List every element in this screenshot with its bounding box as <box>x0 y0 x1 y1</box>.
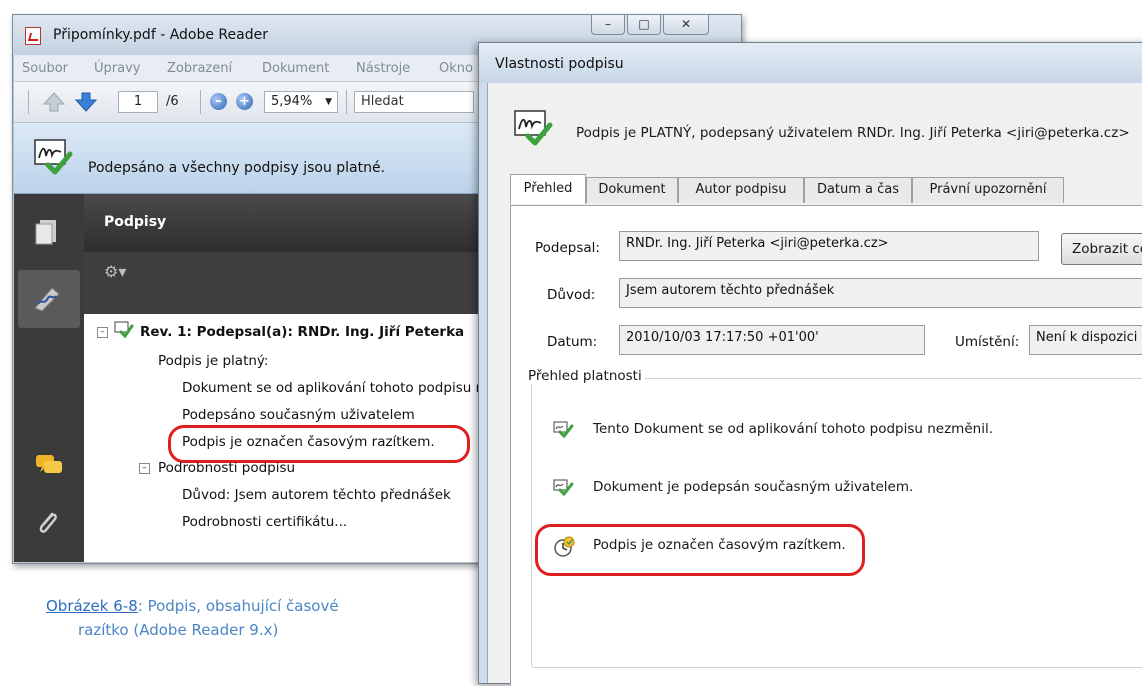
tab-dokument[interactable]: Dokument <box>586 177 678 203</box>
zoom-level-value: 5,94% <box>271 94 313 109</box>
menu-soubor[interactable]: Soubor <box>22 61 68 76</box>
signature-valid-icon <box>34 139 73 175</box>
tab-datum-a-cas[interactable]: Datum a čas <box>804 177 912 203</box>
signatures-tab-active[interactable] <box>18 270 80 328</box>
window-controls: – □ ✕ <box>591 15 711 37</box>
validity-text: Dokument je podepsán současným uživatele… <box>593 479 914 495</box>
signature-valid-icon <box>553 421 574 439</box>
tree-certificate-details[interactable]: Podrobnosti certifikátu... <box>182 514 347 530</box>
signature-status-header: Podpis je PLATNÝ, podepsaný uživatelem R… <box>576 125 1130 141</box>
minimize-button[interactable]: – <box>591 15 625 35</box>
signatures-panel-icon <box>34 287 60 312</box>
highlight-oval <box>535 524 865 576</box>
reader-window-title: Připomínky.pdf - Adobe Reader <box>53 27 268 43</box>
maximize-button[interactable]: □ <box>627 15 661 35</box>
menu-dokument[interactable]: Dokument <box>262 61 329 76</box>
show-certificate-button[interactable]: Zobrazit certifikát... <box>1061 233 1142 265</box>
signatures-panel: Podpisy ⚙▾ – Rev. 1: Podepsal(a): RNDr. … <box>84 194 537 562</box>
next-page-icon[interactable] <box>74 91 98 113</box>
overview-tab-content: Podepsal: RNDr. Ing. Jiří Peterka <jiri@… <box>510 205 1142 686</box>
dialog-title: Vlastnosti podpisu <box>495 56 624 72</box>
dialog-titlebar: Vlastnosti podpisu <box>479 43 1142 83</box>
signature-banner-text: Podepsáno a všechny podpisy jsou platné. <box>88 160 386 176</box>
search-input[interactable]: Hledat <box>354 91 474 113</box>
menu-upravy[interactable]: Úpravy <box>94 61 140 76</box>
location-label: Umístění: <box>955 334 1020 350</box>
figure-caption: Obrázek 6-8: Podpis, obsahující časové r… <box>46 594 339 639</box>
signed-by-label: Podepsal: <box>535 240 600 256</box>
toolbar-separator <box>346 90 347 114</box>
menu-okno[interactable]: Okno <box>439 61 473 76</box>
tab-autor-podpisu[interactable]: Autor podpisu <box>678 177 804 203</box>
toolbar-separator <box>200 90 201 114</box>
validity-text: Tento Dokument se od aplikování tohoto p… <box>593 421 993 437</box>
date-label: Datum: <box>547 334 598 350</box>
caption-text-line2: razítko (Adobe Reader 9.x) <box>78 621 279 639</box>
signature-valid-icon <box>514 110 553 146</box>
location-field[interactable]: Není k dispozici <box>1029 325 1142 355</box>
previous-page-icon[interactable] <box>42 91 66 113</box>
caption-text: : Podpis, obsahující časové <box>137 597 339 615</box>
tab-prehled[interactable]: Přehled <box>510 174 586 204</box>
signatures-panel-title: Podpisy <box>104 214 167 230</box>
close-button[interactable]: ✕ <box>663 15 709 35</box>
comments-icon[interactable] <box>34 452 64 478</box>
menu-zobrazeni[interactable]: Zobrazení <box>167 61 232 76</box>
attachments-icon[interactable] <box>34 508 60 540</box>
figure-link[interactable]: Obrázek 6-8 <box>46 597 138 615</box>
validity-row-unchanged: Tento Dokument se od aplikování tohoto p… <box>553 420 993 444</box>
zoom-in-icon[interactable]: + <box>236 93 253 110</box>
highlight-oval <box>168 425 470 463</box>
validity-row-current-user: Dokument je podepsán současným uživatele… <box>553 478 913 502</box>
tree-reason[interactable]: Důvod: Jsem autorem těchto přednášek <box>182 487 451 503</box>
reason-field[interactable]: Jsem autorem těchto přednášek <box>619 278 1142 308</box>
page-total: /6 <box>166 94 179 109</box>
tree-signed-by-current-user[interactable]: Podepsáno současným uživatelem <box>182 407 415 423</box>
collapse-icon[interactable]: – <box>97 327 108 338</box>
toolbar-grip <box>28 90 29 114</box>
signature-valid-icon <box>553 479 574 497</box>
validity-summary-title: Přehled platnosti <box>525 368 645 384</box>
tree-signature-details[interactable]: Podrobnosti podpisu <box>158 460 295 476</box>
navigation-rail <box>14 194 84 562</box>
signed-by-field[interactable]: RNDr. Ing. Jiří Peterka <jiri@peterka.cz… <box>619 231 1039 261</box>
tab-pravni-upozorneni[interactable]: Právní upozornění <box>912 177 1064 203</box>
dialog-body: Podpis je PLATNÝ, podepsaný uživatelem R… <box>487 83 1142 686</box>
signatures-panel-header: Podpisy <box>84 194 484 252</box>
date-field[interactable]: 2010/10/03 17:17:50 +01'00' <box>619 325 925 355</box>
pdf-file-icon <box>25 27 41 45</box>
signature-properties-dialog: Vlastnosti podpisu Podpis je PLATNÝ, pod… <box>478 42 1142 686</box>
signature-revision[interactable]: Rev. 1: Podepsal(a): RNDr. Ing. Jiří Pet… <box>140 324 464 340</box>
signatures-panel-options: ⚙▾ <box>84 252 484 314</box>
zoom-level-select[interactable]: 5,94% ▼ <box>264 91 338 113</box>
tree-valid-status[interactable]: Podpis je platný: <box>158 353 268 369</box>
signature-valid-icon <box>114 321 134 339</box>
menu-nastroje[interactable]: Nástroje <box>356 61 410 76</box>
page-number-input[interactable]: 1 <box>118 91 158 113</box>
chevron-down-icon: ▼ <box>325 97 332 107</box>
pages-icon[interactable] <box>34 218 60 246</box>
gear-icon[interactable]: ⚙▾ <box>104 262 126 281</box>
zoom-out-icon[interactable]: – <box>210 93 227 110</box>
reason-label: Důvod: <box>547 287 596 303</box>
collapse-icon[interactable]: – <box>139 463 150 474</box>
signature-tree: – Rev. 1: Podepsal(a): RNDr. Ing. Jiří P… <box>84 314 537 562</box>
